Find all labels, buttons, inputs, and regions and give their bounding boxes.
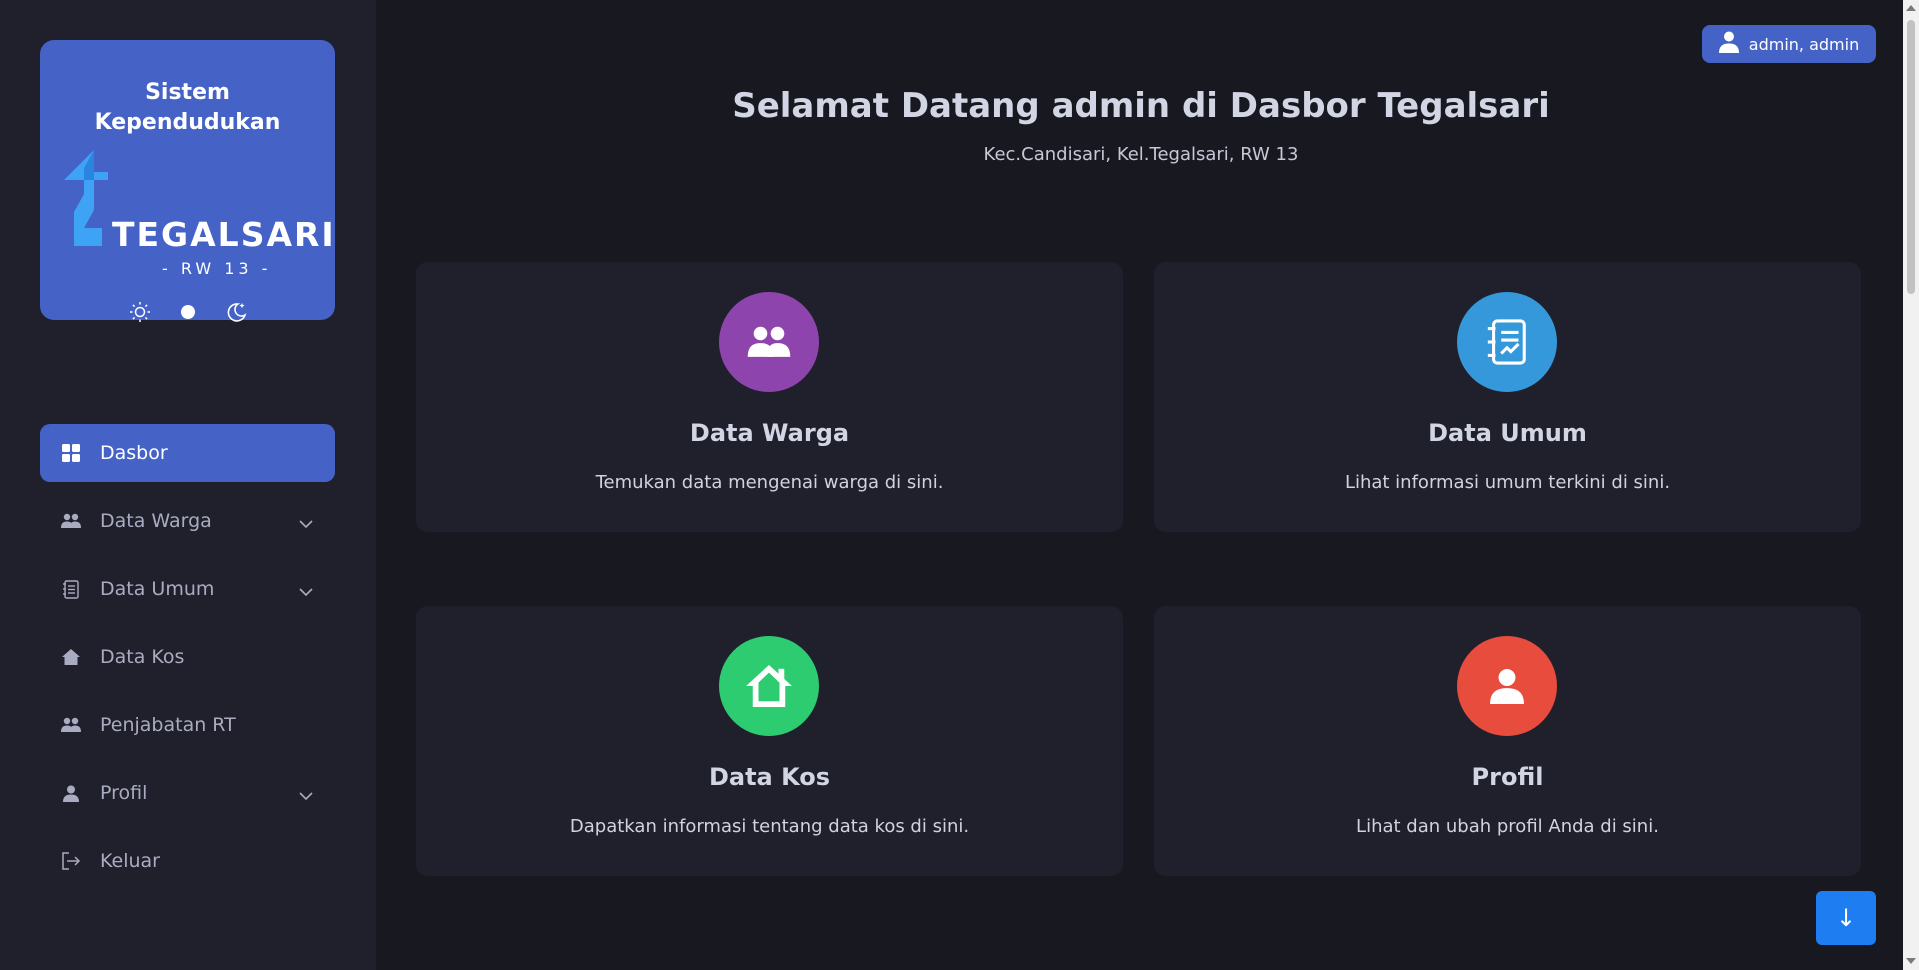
chevron-down-icon <box>299 784 313 806</box>
document-icon <box>60 578 82 600</box>
chevron-down-icon <box>299 580 313 602</box>
logout-icon <box>60 850 82 872</box>
dot-icon[interactable] <box>176 300 200 324</box>
sidebar-item-data-kos[interactable]: Data Kos <box>40 628 335 686</box>
card-icon-circle <box>1457 292 1557 392</box>
user-icon <box>1490 669 1524 704</box>
scroll-down-arrow-icon[interactable] <box>1906 958 1916 964</box>
card-title: Data Warga <box>689 419 850 447</box>
sidebar-item-label: Profil <box>100 782 148 804</box>
document-icon <box>1487 319 1526 365</box>
sun-icon[interactable] <box>128 300 152 324</box>
card-description: Lihat dan ubah profil Anda di sini. <box>1356 816 1659 837</box>
sidebar-item-penjabatan-rt[interactable]: Penjabatan RT <box>40 696 335 754</box>
sidebar-item-label: Data Umum <box>100 578 215 600</box>
theme-switcher <box>40 300 335 324</box>
card-profil[interactable]: Profil Lihat dan ubah profil Anda di sin… <box>1154 606 1861 876</box>
card-title: Data Kos <box>708 763 831 791</box>
card-title: Profil <box>1471 763 1544 791</box>
card-data-warga[interactable]: Data Warga Temukan data mengenai warga d… <box>416 262 1123 532</box>
card-icon-circle <box>719 292 819 392</box>
user-icon <box>1718 31 1739 57</box>
user-button-label: admin, admin <box>1748 34 1860 54</box>
logo-name: TEGALSARI <box>112 215 336 254</box>
house-icon <box>60 646 82 668</box>
brand-logo: TEGALSARI - RW 13 - <box>64 150 334 278</box>
card-data-kos[interactable]: Data Kos Dapatkan informasi tentang data… <box>416 606 1123 876</box>
brand-title: Sistem Kependudukan <box>40 78 335 138</box>
brand-title-line2: Kependudukan <box>94 110 281 135</box>
page-title: Selamat Datang admin di Dasbor Tegalsari <box>732 86 1550 126</box>
sidebar-item-label: Data Warga <box>100 510 212 532</box>
sidebar-item-keluar[interactable]: Keluar <box>40 832 335 890</box>
sidebar-item-data-umum[interactable]: Data Umum <box>40 560 335 618</box>
page-subtitle: Kec.Candisari, Kel.Tegalsari, RW 13 <box>983 144 1299 165</box>
sidebar: Sistem Kependudukan TEGALSARI - RW 13 - <box>0 0 376 970</box>
brand-card: Sistem Kependudukan TEGALSARI - RW 13 - <box>40 40 335 322</box>
users-icon <box>60 714 82 736</box>
sidebar-item-profil[interactable]: Profil <box>40 764 335 822</box>
card-description: Dapatkan informasi tentang data kos di s… <box>569 816 970 837</box>
scroll-up-arrow-icon[interactable] <box>1906 5 1916 11</box>
sidebar-item-label: Dasbor <box>100 442 168 464</box>
brand-title-line1: Sistem <box>145 80 230 105</box>
sidebar-item-label: Data Kos <box>100 646 185 668</box>
sidebar-nav: Dasbor Data Warga Data Umum Data Kos Pen… <box>40 424 335 900</box>
sidebar-item-label: Penjabatan RT <box>100 714 236 736</box>
moon-stars-icon[interactable] <box>224 300 248 324</box>
card-title: Data Umum <box>1428 419 1587 447</box>
chevron-down-icon <box>299 512 313 534</box>
card-icon-circle <box>1457 636 1557 736</box>
users-icon <box>747 326 791 357</box>
card-description: Temukan data mengenai warga di sini. <box>595 472 944 493</box>
logo-mark-icon <box>64 150 108 246</box>
user-menu-button[interactable]: admin, admin <box>1702 25 1876 63</box>
house-icon <box>746 665 792 707</box>
sidebar-item-data-warga[interactable]: Data Warga <box>40 492 335 550</box>
card-description: Lihat informasi umum terkini di sini. <box>1344 472 1671 493</box>
sidebar-item-label: Keluar <box>100 850 160 872</box>
sidebar-item-dasbor[interactable]: Dasbor <box>40 424 335 482</box>
logo-subtitle: - RW 13 - <box>162 259 272 278</box>
dashboard-grid-icon <box>60 442 82 464</box>
scrollbar[interactable] <box>1903 0 1919 970</box>
scroll-down-button[interactable]: ↓ <box>1816 891 1876 945</box>
scrollbar-thumb[interactable] <box>1907 20 1915 294</box>
card-icon-circle <box>719 636 819 736</box>
user-icon <box>60 782 82 804</box>
card-data-umum[interactable]: Data Umum Lihat informasi umum terkini d… <box>1154 262 1861 532</box>
users-icon <box>60 510 82 532</box>
